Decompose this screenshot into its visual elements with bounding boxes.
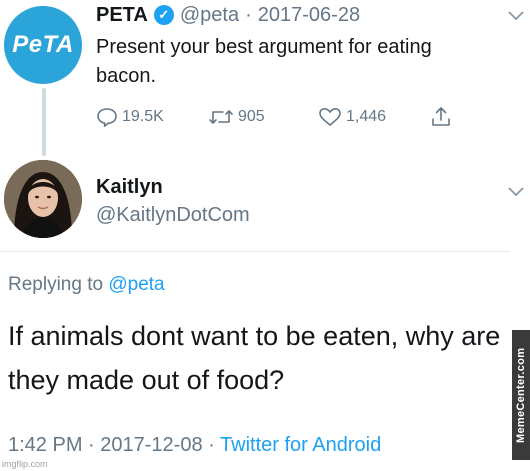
peta-avatar[interactable]: PeTA [4, 6, 82, 84]
heart-icon [318, 107, 342, 127]
tweet2-handle[interactable]: @KaitlynDotCom [96, 204, 250, 227]
tweet1-date[interactable]: 2017-06-28 [258, 4, 360, 27]
reply-count: 19.5K [122, 108, 164, 125]
retweet-icon [208, 107, 234, 127]
reply-button[interactable]: 19.5K [96, 107, 208, 127]
thread-connector-line [42, 88, 46, 156]
tweet2-time[interactable]: 1:42 PM [8, 434, 82, 456]
tweet1-author-name[interactable]: PETA [96, 4, 148, 27]
meta-separator-2: · [208, 434, 215, 456]
replying-mention-link[interactable]: @peta [108, 274, 164, 295]
tweet1-handle[interactable]: @peta [180, 4, 239, 27]
divider [0, 251, 510, 252]
memecenter-watermark: MemeCenter.com [512, 330, 530, 460]
share-icon [430, 106, 452, 128]
share-button[interactable] [430, 106, 452, 128]
verified-badge-icon: ✓ [153, 5, 174, 25]
meta-separator-1: · [88, 434, 95, 456]
tweet2-meta: 1:42 PM · 2017-12-08 · Twitter for Andro… [8, 434, 381, 457]
tweet2-author-name[interactable]: Kaitlyn [96, 176, 163, 199]
tweet1-action-bar: 19.5K 905 1,446 [96, 106, 452, 128]
tweet1-separator: · [245, 3, 252, 26]
tweet2-chevron-down-icon[interactable] [508, 184, 524, 202]
replying-to-line: Replying to @peta [8, 274, 165, 296]
tweet2-source-link[interactable]: Twitter for Android [220, 434, 381, 456]
tweet2-date[interactable]: 2017-12-08 [100, 434, 202, 456]
peta-logo-text: PeTA [12, 31, 74, 58]
tweet1-chevron-down-icon[interactable] [508, 8, 524, 26]
kaitlyn-portrait-icon [4, 160, 82, 238]
tweet2-text: If animals dont want to be eaten, why ar… [8, 321, 501, 395]
reply-icon [96, 107, 118, 127]
like-button[interactable]: 1,446 [318, 107, 430, 127]
retweet-count: 905 [238, 108, 265, 125]
imgflip-watermark: imgflip.com [2, 459, 48, 469]
like-count: 1,446 [346, 108, 387, 125]
tweet1-text: Present your best argument for eating ba… [96, 36, 432, 87]
kaitlyn-avatar[interactable] [4, 160, 82, 238]
replying-prefix: Replying to [8, 274, 104, 295]
retweet-button[interactable]: 905 [208, 107, 318, 127]
tweet1-header: PETA ✓ @peta · 2017-06-28 [96, 0, 360, 30]
